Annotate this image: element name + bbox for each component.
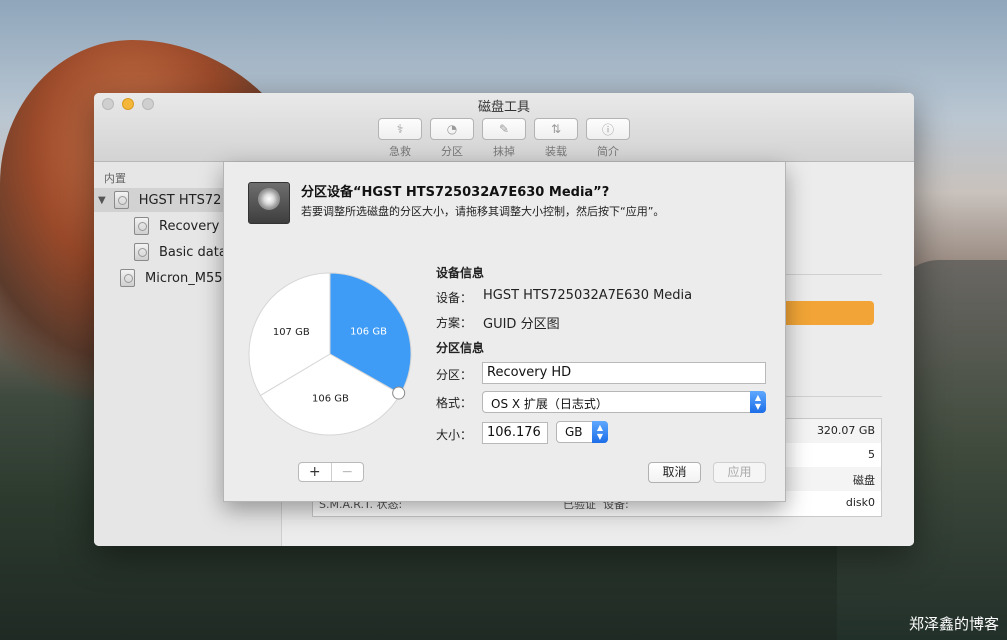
partition-label: 分区：	[436, 368, 473, 382]
pie-slice-label: 107 GB	[273, 327, 310, 338]
info-device-value: disk0	[845, 496, 875, 509]
info-type-value: 磁盘	[853, 474, 875, 487]
device-label: 设备：	[436, 291, 473, 305]
sheet-subtitle: 若要调整所选磁盘的分区大小，请拖移其调整大小控制，然后按下“应用”。	[301, 205, 665, 218]
toolbar-label: 分区	[441, 145, 463, 158]
partition-pie-chart[interactable]: 106 GB 106 GB 107 GB	[248, 272, 412, 436]
scheme-value: GUID 分区图	[483, 317, 560, 332]
stethoscope-icon[interactable]: ⚕	[378, 118, 422, 140]
toolbar-label: 装载	[545, 145, 567, 158]
divider	[782, 396, 882, 397]
toolbar: ⚕ 急救 ◔ 分区 ✎ 抹掉 ⇅ 装载 ⓘ 简介	[378, 118, 630, 159]
sidebar-item-label: HGST HTS72	[138, 192, 222, 208]
toolbar-first-aid[interactable]: ⚕ 急救	[378, 118, 422, 159]
sheet-title: 分区设备“HGST HTS725032A7E630 Media”?	[301, 185, 610, 200]
toolbar-mount[interactable]: ⇅ 装载	[534, 118, 578, 159]
watermark-text: 郑泽鑫的博客	[908, 615, 999, 633]
volume-icon	[134, 243, 149, 261]
size-unit-select[interactable]: GB ▲ ▼	[556, 421, 608, 443]
apply-button[interactable]: 应用	[713, 462, 766, 483]
info-icon[interactable]: ⓘ	[586, 118, 630, 140]
hard-disk-icon	[120, 269, 135, 287]
chevron-updown-icon[interactable]: ▲ ▼	[750, 391, 766, 413]
info-capacity-value: 320.07 GB	[816, 424, 875, 437]
toolbar-label: 急救	[389, 145, 411, 158]
window-title: 磁盘工具	[477, 100, 530, 115]
sidebar-item-label: Basic data	[159, 244, 227, 260]
erase-icon[interactable]: ✎	[482, 118, 526, 140]
partition-name-input[interactable]: Recovery HD	[482, 362, 766, 384]
format-select[interactable]: OS X 扩展（日志式） ▲ ▼	[482, 391, 766, 413]
toolbar-erase[interactable]: ✎ 抹掉	[482, 118, 526, 159]
size-label: 大小：	[436, 428, 473, 442]
resize-handle[interactable]	[392, 386, 406, 400]
info-count-value: 5	[868, 448, 875, 461]
divider	[782, 274, 882, 275]
toolbar-label: 抹掉	[493, 145, 515, 158]
usage-bar	[782, 301, 874, 325]
size-input[interactable]: 106.176	[482, 422, 548, 444]
sidebar-item-micron[interactable]: Micron_M55	[120, 266, 223, 290]
device-info-heading: 设备信息	[436, 266, 485, 280]
partition-info-heading: 分区信息	[436, 341, 485, 355]
pie-slice-label: 106 GB	[312, 394, 349, 405]
disclosure-triangle-icon[interactable]: ▼	[98, 195, 106, 206]
volume-icon	[134, 217, 149, 235]
scheme-label: 方案：	[436, 316, 473, 330]
cancel-button[interactable]: 取消	[648, 462, 701, 483]
sidebar-item-label: Micron_M55	[145, 270, 223, 286]
remove-partition-button[interactable]: −	[330, 463, 364, 481]
sidebar-item-label: Recovery I	[159, 218, 228, 234]
toolbar-partition[interactable]: ◔ 分区	[430, 118, 474, 159]
mount-icon[interactable]: ⇅	[534, 118, 578, 140]
sidebar-section-internal: 内置	[104, 172, 126, 185]
partition-sheet: 分区设备“HGST HTS725032A7E630 Media”? 若要调整所选…	[223, 162, 786, 502]
sidebar-item-recovery[interactable]: Recovery I	[134, 214, 227, 238]
add-partition-button[interactable]: +	[299, 463, 331, 481]
pie-slice-label: 106 GB	[350, 327, 387, 338]
device-value: HGST HTS725032A7E630 Media	[483, 288, 693, 303]
titlebar: 磁盘工具 ⚕ 急救 ◔ 分区 ✎ 抹掉 ⇅ 装载 ⓘ 简介	[94, 93, 914, 162]
partition-add-remove-group: + −	[298, 462, 364, 482]
hard-disk-icon	[113, 191, 129, 209]
sidebar-item-basic-data[interactable]: Basic data	[134, 240, 227, 264]
size-unit-value: GB	[565, 425, 583, 439]
chevron-updown-icon[interactable]: ▲ ▼	[592, 421, 608, 443]
toolbar-label: 简介	[597, 145, 619, 158]
hard-disk-icon	[248, 182, 290, 224]
format-selected-value: OS X 扩展（日志式）	[491, 397, 608, 411]
toolbar-info[interactable]: ⓘ 简介	[586, 118, 630, 159]
format-label: 格式：	[436, 396, 473, 410]
partition-icon[interactable]: ◔	[430, 118, 474, 140]
